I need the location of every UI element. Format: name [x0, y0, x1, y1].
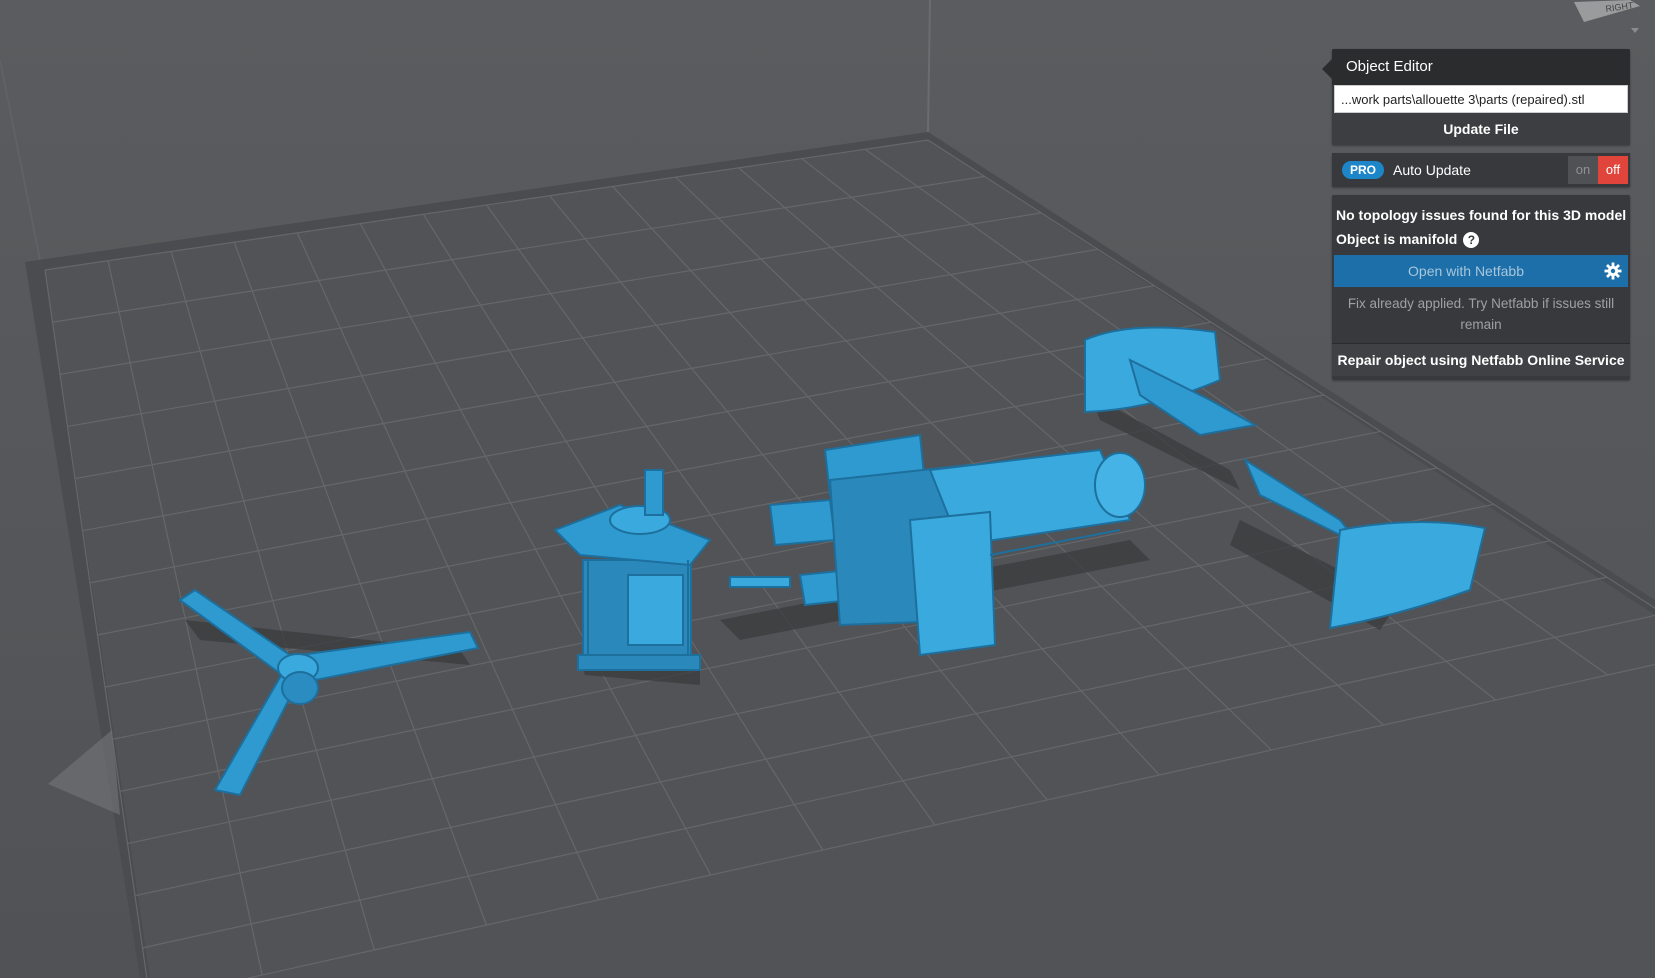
open-netfabb-button[interactable]: Open with Netfabb: [1334, 255, 1598, 287]
view-cube[interactable]: RIGHT: [1574, 0, 1644, 45]
fix-applied-note: Fix already applied. Try Netfabb if issu…: [1347, 296, 1615, 332]
auto-update-row: PRO Auto Update on off: [1332, 153, 1630, 187]
auto-update-toggle[interactable]: on off: [1568, 156, 1628, 184]
toggle-off[interactable]: off: [1598, 156, 1628, 184]
netfabb-settings-button[interactable]: [1598, 255, 1628, 287]
toggle-on[interactable]: on: [1568, 156, 1598, 184]
object-editor-panel: Object Editor Update File PRO Auto Updat…: [1322, 49, 1630, 388]
panel-pointer: [1322, 59, 1332, 79]
topology-section: No topology issues found for this 3D mod…: [1332, 195, 1630, 251]
repair-netfabb-button[interactable]: Repair object using Netfabb Online Servi…: [1332, 343, 1630, 376]
manifold-message: Object is manifold: [1336, 231, 1458, 247]
panel-title: Object Editor: [1332, 49, 1630, 85]
netfabb-row: Open with Netfabb: [1334, 255, 1628, 287]
view-cube-arrow-icon[interactable]: [1631, 28, 1639, 33]
pro-badge: PRO: [1342, 161, 1385, 179]
manifold-line: Object is manifold?: [1336, 227, 1626, 251]
update-file-button[interactable]: Update File: [1332, 113, 1630, 145]
file-path-input[interactable]: [1334, 85, 1628, 113]
gear-icon: [1604, 262, 1622, 280]
topology-message: No topology issues found for this 3D mod…: [1336, 207, 1627, 223]
question-icon[interactable]: ?: [1463, 232, 1480, 249]
auto-update-label: Auto Update: [1393, 162, 1471, 178]
